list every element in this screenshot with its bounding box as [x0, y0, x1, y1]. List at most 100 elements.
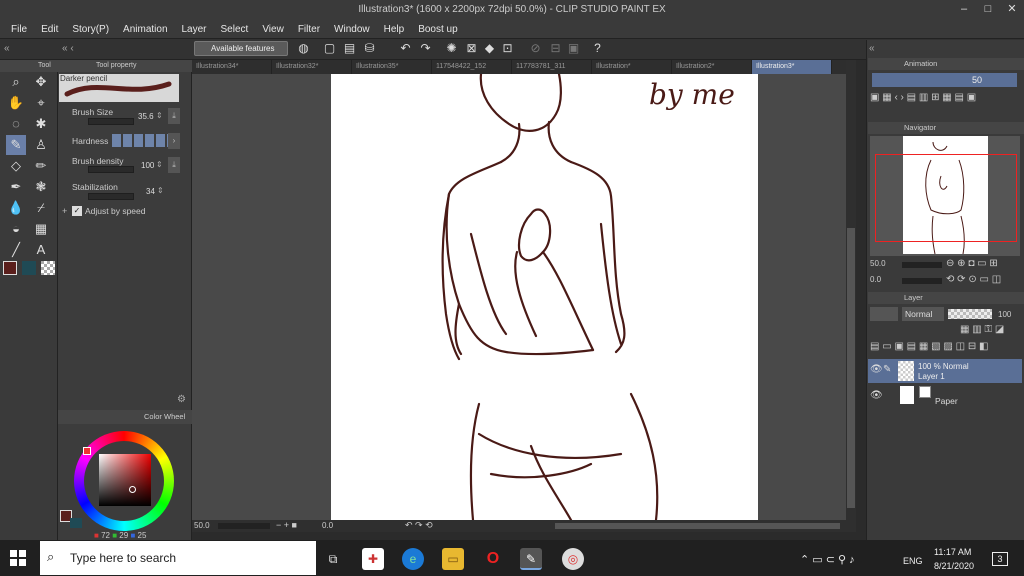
menu-story[interactable]: Story(P)	[65, 24, 116, 35]
tab-illustration[interactable]: Illustration*	[592, 60, 672, 74]
edge-icon[interactable]: e	[402, 548, 424, 570]
edit-pen-icon[interactable]: ✎	[883, 364, 891, 375]
pen-tool-icon[interactable]: ✎	[6, 135, 26, 155]
loading-icon[interactable]: ✺	[444, 41, 459, 56]
navigator-zoom-value[interactable]: 50.0	[870, 259, 886, 268]
brush-size-slider[interactable]	[88, 118, 134, 125]
system-tray-icons[interactable]: ⌃ ▭ ⊂ ⚲ ♪	[800, 553, 855, 566]
deselect-icon[interactable]: ⊘	[528, 41, 543, 56]
vertical-scrollbar[interactable]	[847, 228, 855, 508]
tab-illustration32[interactable]: Illustration32*	[272, 60, 352, 74]
layer-opacity-slider[interactable]	[948, 309, 992, 319]
taskbar-search-box[interactable]: Type here to search	[40, 541, 316, 575]
transparent-color-swatch[interactable]	[41, 261, 55, 275]
layer-lock-icons[interactable]: ▦ ▥ ⚿ ◪	[960, 324, 1004, 335]
close-button[interactable]: ✕	[1000, 0, 1024, 20]
collapse-left-icon[interactable]: «	[4, 43, 10, 54]
navigator-rotation-value[interactable]: 0.0	[870, 275, 881, 284]
tab-illustration3[interactable]: Illustration3*	[752, 60, 832, 74]
navigator-rotation-slider[interactable]	[902, 278, 942, 284]
input-language[interactable]: ENG	[903, 556, 923, 566]
tab-image-117783781[interactable]: 117783781_311	[512, 60, 592, 74]
transform-icon[interactable]: ⊡	[500, 41, 515, 56]
help-icon[interactable]: ?	[590, 41, 605, 56]
decoration-tool-icon[interactable]: ❃	[31, 177, 51, 197]
save-icon[interactable]: ⛁	[362, 41, 377, 56]
marker-tool-icon[interactable]: ✒	[6, 177, 26, 197]
hardness-expand-button[interactable]: ›	[168, 133, 180, 149]
tab-illustration2[interactable]: Illustration2*	[672, 60, 752, 74]
new-file-icon[interactable]: ▢	[322, 41, 337, 56]
visibility-eye-icon[interactable]: 👁	[870, 364, 883, 375]
brush-size-value[interactable]: 35.6	[138, 112, 154, 121]
object-tool-icon[interactable]: ⌖	[31, 93, 51, 113]
task-view-icon[interactable]: ⧉	[322, 548, 344, 570]
pencil-tool-icon[interactable]: ✏	[31, 156, 51, 176]
line-tool-icon[interactable]: ╱	[6, 240, 26, 260]
move-tool-icon[interactable]: ✥	[31, 72, 51, 92]
horizontal-scrollbar[interactable]	[555, 523, 840, 529]
collapse-mid-icon[interactable]: « ‹	[62, 43, 74, 54]
brush-tool-icon[interactable]: ♙	[31, 135, 51, 155]
minimize-button[interactable]: –	[952, 0, 976, 20]
menu-layer[interactable]: Layer	[175, 24, 214, 35]
clock-time[interactable]: 11:17 AM	[934, 547, 971, 557]
animation-toolbar[interactable]	[872, 73, 1017, 87]
tab-illustration35[interactable]: Illustration35*	[352, 60, 432, 74]
rotate-controls-icon[interactable]: ↶ ↷ ⟲	[405, 520, 433, 531]
pressure-settings-button[interactable]: ⤓	[168, 108, 180, 124]
clear-icon[interactable]: ⊠	[464, 41, 479, 56]
layer-toolbar-icons[interactable]: ▤ ▭ ▣ ▤ ▦ ▧ ▨ ◫ ⊟ ◧	[870, 341, 988, 352]
navigator-zoom-buttons-icon[interactable]: ⊖ ⊕ ◘ ▭ ⊞	[946, 258, 998, 269]
canvas-zoom-value[interactable]: 50.0	[194, 521, 210, 530]
spinner-icon[interactable]: ⇕	[157, 186, 164, 195]
menu-boost-up[interactable]: Boost up	[411, 24, 464, 35]
windows-start-icon[interactable]	[10, 550, 26, 566]
magic-wand-icon[interactable]: ✱	[31, 114, 51, 134]
hardness-selector[interactable]	[112, 134, 176, 147]
main-color-swatch[interactable]	[3, 261, 17, 275]
gradient-tool-icon[interactable]: ▦	[31, 219, 51, 239]
spinner-icon[interactable]: ⇕	[156, 111, 163, 120]
text-tool-icon[interactable]: A	[31, 240, 51, 260]
brush-density-value[interactable]: 100	[141, 161, 154, 170]
color-wheel[interactable]	[70, 427, 178, 535]
animation-controls-icon[interactable]: ▣ ▦ ‹ › ▤ ▥ ⊞ ▦ ▤ ▣	[870, 92, 1020, 106]
eraser-tool-icon[interactable]: ◇	[6, 156, 26, 176]
settings-icon[interactable]: ⚙	[177, 394, 186, 405]
fill-icon[interactable]: ◆	[482, 41, 497, 56]
menu-window[interactable]: Window	[327, 24, 377, 35]
stabilization-value[interactable]: 34	[146, 187, 155, 196]
canvas-rotation-value[interactable]: 0.0	[322, 521, 333, 530]
eyedropper-icon[interactable]: ⌿	[31, 198, 51, 218]
layer-property-toggle[interactable]	[870, 307, 898, 321]
clip-studio-icon[interactable]: ✎	[520, 548, 542, 570]
collapse-right-icon[interactable]: «	[869, 43, 875, 54]
density-settings-button[interactable]: ⤓	[168, 157, 180, 173]
layer-opacity-value[interactable]: 100	[998, 310, 1011, 319]
file-explorer-icon[interactable]: ▭	[442, 548, 464, 570]
navigator-zoom-slider[interactable]	[902, 262, 942, 268]
adjust-speed-checkbox[interactable]: ✓	[72, 206, 82, 216]
color-sub-swatch[interactable]	[70, 518, 82, 528]
zoom-tool-icon[interactable]: ⌕	[6, 72, 26, 92]
available-features-button[interactable]: Available features	[194, 41, 288, 56]
menu-edit[interactable]: Edit	[34, 24, 65, 35]
open-file-icon[interactable]: ▤	[342, 41, 357, 56]
animation-value[interactable]: 50	[972, 75, 982, 85]
visibility-eye-icon[interactable]: 👁	[870, 390, 883, 401]
opera-icon[interactable]: O	[482, 548, 504, 570]
hand-tool-icon[interactable]: ✋	[6, 93, 26, 113]
crop-icon[interactable]: ⊟	[548, 41, 563, 56]
stabilization-slider[interactable]	[88, 193, 134, 200]
notifications-icon[interactable]: 3	[992, 552, 1008, 566]
menu-animation[interactable]: Animation	[116, 24, 174, 35]
maximize-button[interactable]: □	[976, 0, 1000, 20]
chrome-icon[interactable]: ◎	[562, 548, 584, 570]
selection-icon[interactable]: ▣	[566, 41, 581, 56]
canvas-paper[interactable]: by me	[331, 74, 758, 520]
menu-file[interactable]: File	[4, 24, 34, 35]
expand-plus-icon[interactable]: +	[62, 206, 67, 216]
canvas-zoom-slider[interactable]	[218, 523, 270, 529]
app-icon-1[interactable]: ✚	[362, 548, 384, 570]
